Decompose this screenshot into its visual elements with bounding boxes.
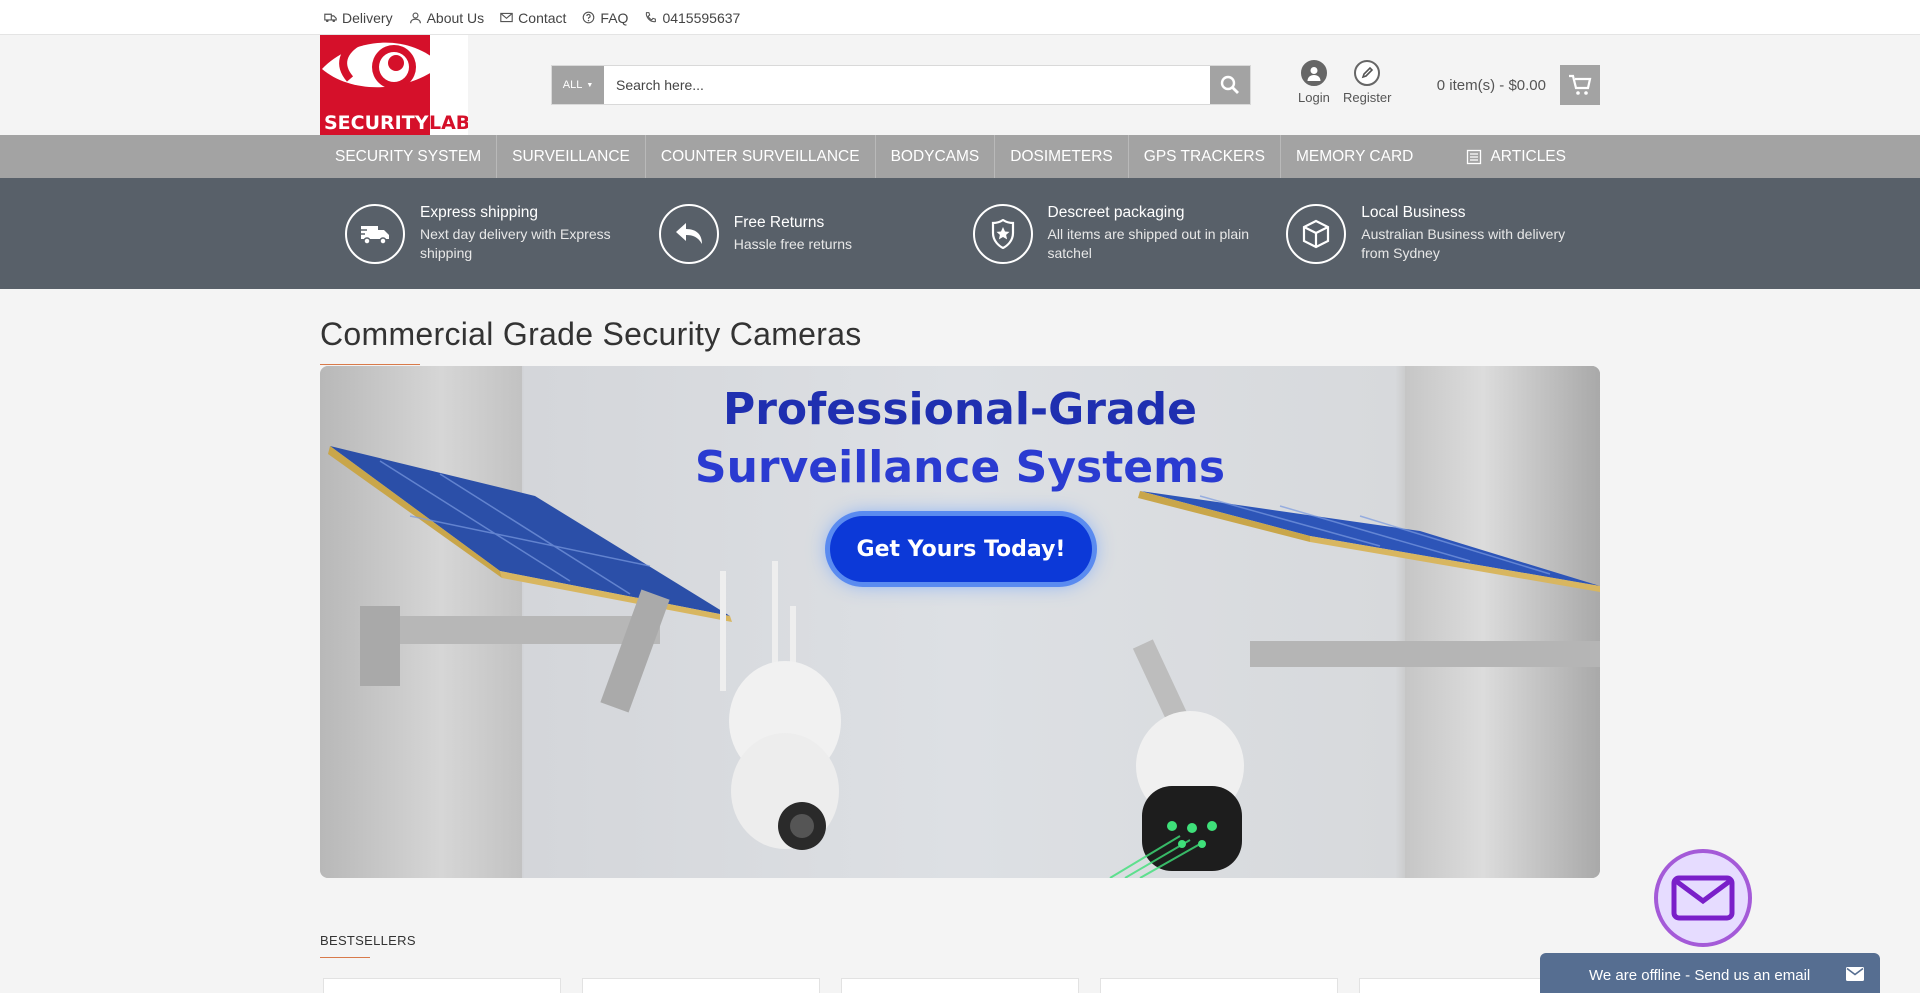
contact-link[interactable]: Contact [500,10,566,26]
phone-number: 0415595637 [662,9,741,26]
page-title: Commercial Grade Security Cameras [320,316,862,352]
bestsellers-label: BESTSELLERS [320,933,416,948]
account-avatar-icon [1300,60,1327,86]
search-button[interactable] [1210,66,1250,104]
hero-banner[interactable]: Professional-Grade Surveillance Systems … [320,366,1600,878]
feature-descreet-packaging: Descreet packaging All items are shipped… [972,203,1287,264]
nav-counter-surveillance[interactable]: COUNTER SURVEILLANCE [646,135,876,178]
envelope-icon [500,12,513,23]
search-input[interactable] [604,66,1210,104]
features-band: Express shipping Next day delivery with … [0,178,1920,289]
shopping-cart-icon [1569,74,1592,95]
nav-gps-trackers[interactable]: GPS TRACKERS [1129,135,1281,178]
nav-articles-label: ARTICLES [1490,147,1566,165]
user-icon [409,12,421,24]
logo-text-security: SECURITY [324,112,429,134]
feature-express-shipping: Express shipping Next day delivery with … [345,203,659,264]
product-card[interactable] [323,978,561,993]
pencil-icon [1354,60,1381,86]
feature-local-business: Local Business Australian Business with … [1286,203,1600,264]
feature-title: Local Business [1361,204,1466,221]
mail-icon [1846,967,1864,981]
site-logo[interactable]: SECURITY LAB [320,35,470,135]
offline-chat-bar[interactable]: We are offline - Send us an email [1540,953,1880,993]
search-category-select[interactable]: ALL ▼ [552,66,604,104]
feature-title: Express shipping [420,204,539,221]
search-icon [1220,75,1239,94]
cart-button[interactable]: 0 item(s) - $0.00 [1437,65,1600,105]
feature-title: Free Returns [733,213,825,231]
articles-icon [1467,149,1482,164]
search-category-value: ALL [562,79,583,91]
nav-dosimeters[interactable]: DOSIMETERS [995,135,1129,178]
nav-security-system[interactable]: SECURITY SYSTEM [320,135,498,178]
main-nav: SECURITY SYSTEM SURVEILLANCE COUNTER SUR… [0,135,1920,178]
product-card[interactable] [582,978,820,993]
envelope-icon [1671,875,1735,921]
site-header: SECURITY LAB ALL ▼ Login Register [0,35,1920,135]
search-bar: ALL ▼ [551,65,1251,105]
faq-label: FAQ [600,9,629,26]
delivery-label: Delivery [342,9,393,26]
register-link[interactable]: Register [1343,60,1391,105]
badge-star-icon [972,203,1033,264]
register-label: Register [1343,90,1392,105]
return-arrow-icon [658,203,719,264]
chat-status-text: We are offline - Send us an email [1589,967,1811,984]
login-link[interactable]: Login [1298,60,1330,105]
product-card[interactable] [1100,978,1338,993]
truck-icon [324,13,337,23]
contact-label: Contact [518,9,567,26]
banner-title-line1: Professional-Grade [722,384,1198,435]
nav-surveillance[interactable]: SURVEILLANCE [497,135,646,178]
bestsellers-underline [320,957,370,958]
nav-articles[interactable]: ARTICLES [1466,135,1566,178]
delivery-link[interactable]: Delivery [324,10,393,26]
get-yours-today-button[interactable]: Get Yours Today! [830,516,1092,582]
product-card[interactable] [841,978,1079,993]
cart-summary: 0 item(s) - $0.00 [1436,76,1546,94]
nav-bodycams[interactable]: BODYCAMS [876,135,996,178]
about-us-link[interactable]: About Us [409,9,485,26]
cart-icon-box [1560,65,1600,105]
feature-text: Hassle free returns [733,235,853,252]
phone-icon [646,12,657,23]
faq-link[interactable]: FAQ [582,10,628,26]
feature-text: All items are shipped out in plain satch… [1047,226,1250,261]
title-underline [320,364,420,365]
chat-email-bubble[interactable] [1654,849,1752,947]
delivery-truck-icon [345,203,405,264]
nav-memory-card[interactable]: MEMORY CARD [1281,135,1428,178]
caret-down-icon: ▼ [586,81,594,89]
login-label: Login [1298,90,1330,105]
box-icon [1286,203,1347,264]
logo-text-lab: LAB [429,112,468,134]
banner-title-line2: Surveillance Systems [694,442,1226,493]
feature-text: Next day delivery with Express shipping [420,226,611,261]
phone-link[interactable]: 0415595637 [644,10,740,26]
feature-free-returns: Free Returns Hassle free returns [658,203,973,264]
about-us-label: About Us [426,9,485,26]
feature-text: Australian Business with delivery from S… [1361,226,1566,261]
question-icon [583,11,595,24]
feature-title: Descreet packaging [1047,204,1185,221]
eye-logo-icon: SECURITY LAB [320,35,470,135]
top-bar: Delivery About Us Contact FAQ 0415595637 [0,0,1920,35]
